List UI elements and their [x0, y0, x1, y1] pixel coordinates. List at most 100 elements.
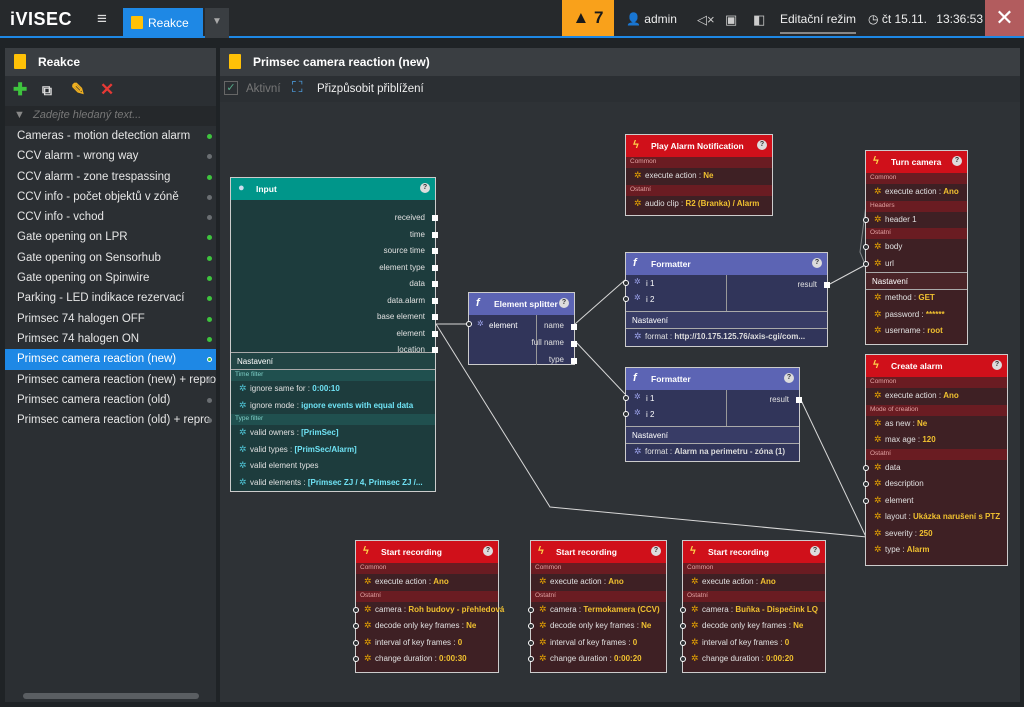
port-data[interactable]: ✲ data — [863, 460, 1007, 477]
element-splitter-node[interactable]: f Element splitter? ✲ element name full n… — [466, 292, 577, 365]
input-port[interactable] — [680, 606, 686, 613]
input-port[interactable] — [353, 639, 359, 646]
output-port[interactable] — [571, 358, 577, 364]
input-port[interactable] — [680, 639, 686, 646]
output-port[interactable] — [432, 248, 438, 254]
horizontal-scrollbar[interactable] — [5, 690, 216, 702]
close-button[interactable]: ✕ — [985, 0, 1024, 36]
prop-execute-action[interactable]: ✲ execute action : Ano — [866, 184, 967, 201]
prop-valid-owners[interactable]: ✲ valid owners : [PrimSec] — [231, 425, 435, 442]
prop-layout[interactable]: ✲ layout : Ukázka narušení s PTZ — [866, 509, 1007, 526]
list-item[interactable]: Primsec camera reaction (new) + repro — [5, 370, 216, 390]
prop-format[interactable]: ✲ format : Alarm na perimetru - zóna (1) — [626, 444, 799, 461]
output-port[interactable] — [571, 341, 577, 347]
list-item[interactable]: Primsec 74 halogen ON — [5, 329, 216, 349]
input-node[interactable]: ● Input? received time source time element t… — [230, 177, 438, 492]
list-item[interactable]: Primsec camera reaction (new) — [5, 349, 216, 370]
hamburger-icon[interactable]: ≡ — [97, 9, 107, 29]
output-port[interactable] — [432, 231, 438, 238]
prop-valid-element-types[interactable]: ✲ valid element types — [231, 458, 435, 475]
help-icon[interactable]: ? — [992, 360, 1002, 370]
input-port[interactable] — [353, 623, 359, 629]
edit-mode-toggle[interactable]: Editační režim — [780, 12, 857, 34]
help-icon[interactable]: ? — [810, 546, 820, 556]
list-item[interactable]: Primsec 74 halogen OFF — [5, 309, 216, 329]
formatter-node-2[interactable]: f Formatter? ✲ i 1 ✲ i 2 result Nastavení… — [623, 367, 802, 462]
help-icon[interactable]: ? — [784, 373, 794, 383]
prop-execute-action[interactable]: ✲ execute action : Ne — [626, 168, 772, 185]
output-port[interactable] — [432, 314, 438, 320]
list-item[interactable]: Parking - LED indikace rezervací — [5, 288, 216, 308]
output-port[interactable] — [432, 215, 438, 221]
input-port[interactable] — [680, 623, 686, 629]
input-port[interactable] — [680, 656, 686, 662]
input-port[interactable] — [863, 497, 869, 504]
list-item[interactable]: CCV info - počet objektů v zóně — [5, 187, 216, 207]
create-alarm-node[interactable]: ϟ Create alarm? Common ✲ execute action : … — [863, 354, 1008, 566]
prop-decode-only-key-frames[interactable]: ✲ decode only key frames : Ne — [680, 618, 825, 635]
input-port[interactable] — [863, 216, 869, 223]
search-input[interactable]: ▼ Zadejte hledaný text... — [5, 106, 216, 126]
prop-interval-of-key-frames[interactable]: ✲ interval of key frames : 0 — [528, 635, 666, 652]
prop-valid-types[interactable]: ✲ valid types : [PrimSec/Alarm] — [231, 442, 435, 459]
add-icon[interactable]: ✚ — [13, 80, 27, 100]
windows-icon[interactable]: ▣ — [725, 12, 737, 28]
output-port[interactable] — [432, 281, 438, 287]
list-item[interactable]: Gate opening on LPR — [5, 227, 216, 247]
prop-password[interactable]: ✲ password : ****** — [866, 307, 967, 324]
prop-execute-action[interactable]: ✲ execute action : Ano — [356, 574, 498, 591]
help-icon[interactable]: ? — [812, 258, 822, 268]
prop-camera[interactable]: ✲ camera : Roh budovy - přehledová — [353, 602, 504, 619]
prop-change-duration[interactable]: ✲ change duration : 0:00:20 — [528, 651, 666, 668]
prop-ignore-same-for[interactable]: ✲ ignore same for : 0:00:10 — [231, 381, 435, 398]
alarm-counter-button[interactable]: ▲ 7 — [562, 0, 614, 36]
start-recording-node[interactable]: ϟ Start recording? Common ✲ execute action :… — [528, 540, 667, 673]
prop-method[interactable]: ✲ method : GET — [866, 290, 967, 307]
help-icon[interactable]: ? — [757, 140, 767, 150]
mute-icon[interactable]: ◁× — [697, 12, 715, 28]
prop-audio-clip[interactable]: ✲ audio clip : R2 (Branka) / Alarm — [626, 196, 772, 213]
help-icon[interactable]: ? — [420, 183, 430, 193]
formatter-node-1[interactable]: f Formatter? ✲ i 1 ✲ i 2 result Nastavení… — [623, 252, 830, 347]
output-port[interactable] — [824, 282, 830, 288]
prop-execute-action[interactable]: ✲ execute action : Ano — [531, 574, 666, 591]
input-port[interactable] — [353, 656, 359, 662]
prop-username[interactable]: ✲ username : root — [866, 323, 967, 340]
output-port[interactable] — [432, 330, 438, 337]
start-recording-node[interactable]: ϟ Start recording? Common ✲ execute action :… — [353, 540, 504, 673]
output-port[interactable] — [432, 264, 438, 271]
input-port[interactable] — [528, 623, 534, 629]
prop-decode-only-key-frames[interactable]: ✲ decode only key frames : Ne — [528, 618, 666, 635]
input-port[interactable] — [466, 321, 472, 327]
input-port[interactable] — [863, 464, 869, 471]
panel-icon[interactable]: ◧ — [753, 12, 765, 28]
list-item[interactable]: CCV info - vchod — [5, 207, 216, 227]
prop-ignore-mode[interactable]: ✲ ignore mode : ignore events with equal … — [231, 398, 435, 415]
start-recording-node[interactable]: ϟ Start recording? Common ✲ execute action :… — [680, 540, 826, 673]
copy-icon[interactable]: ⧉ — [42, 82, 52, 99]
prop-change-duration[interactable]: ✲ change duration : 0:00:20 — [680, 651, 825, 668]
output-port[interactable] — [432, 347, 438, 353]
prop-format[interactable]: ✲ format : http://10.175.125.76/axis-cgi/… — [626, 329, 827, 346]
input-port[interactable] — [528, 656, 534, 662]
input-port[interactable] — [863, 244, 869, 250]
prop-execute-action[interactable]: ✲ execute action : Ano — [683, 574, 825, 591]
prop-interval-of-key-frames[interactable]: ✲ interval of key frames : 0 — [680, 635, 825, 652]
list-item[interactable]: Primsec camera reaction (old) + repro — [5, 410, 216, 430]
flow-canvas[interactable]: ● Input? received time source time element t… — [220, 102, 1020, 702]
list-item[interactable]: Primsec camera reaction (old) — [5, 390, 216, 410]
input-port[interactable] — [528, 606, 534, 613]
input-port[interactable] — [623, 296, 629, 302]
port-header-1[interactable]: ✲ header 1 — [863, 212, 967, 229]
active-checkbox[interactable]: ✓ — [224, 81, 238, 95]
delete-icon[interactable]: ✕ — [100, 80, 114, 100]
tab-dropdown-button[interactable]: ▼ — [205, 8, 229, 38]
help-icon[interactable]: ? — [952, 156, 962, 166]
output-port[interactable] — [432, 297, 438, 304]
prop-max-age[interactable]: ✲ max age : 120 — [866, 432, 1007, 449]
input-port[interactable] — [863, 481, 869, 487]
list-item[interactable]: CCV alarm - wrong way — [5, 146, 216, 166]
list-item[interactable]: Gate opening on Sensorhub — [5, 248, 216, 268]
edit-icon[interactable]: ✎ — [71, 80, 85, 100]
prop-decode-only-key-frames[interactable]: ✲ decode only key frames : Ne — [353, 618, 498, 635]
